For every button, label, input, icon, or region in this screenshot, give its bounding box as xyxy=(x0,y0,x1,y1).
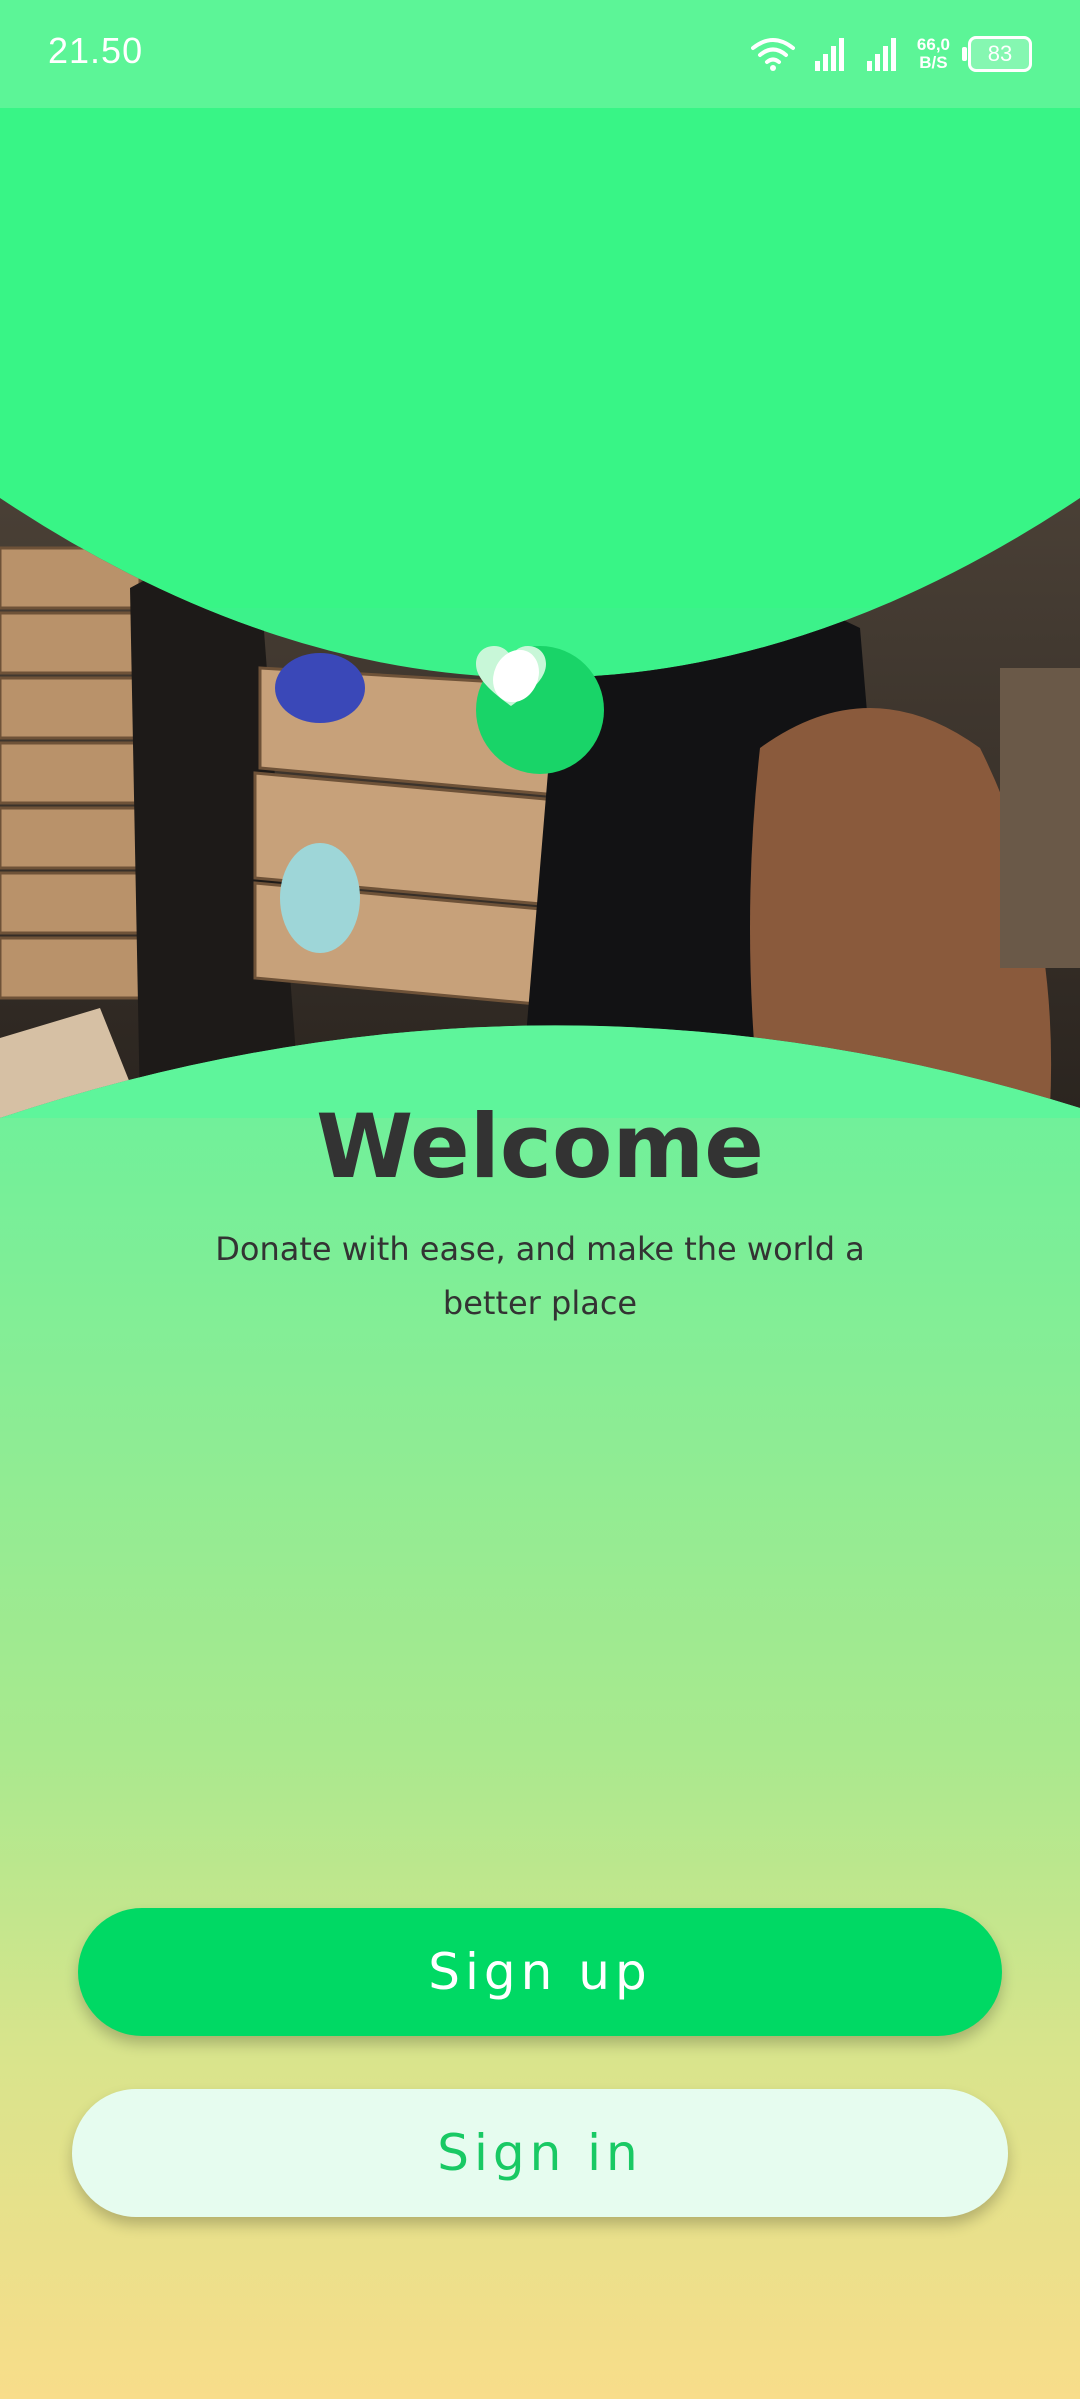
status-time: 21.50 xyxy=(48,30,144,71)
network-speed-unit: B/S xyxy=(919,53,948,72)
status-bar: 21.50 66,0 B/S 83 xyxy=(0,0,1080,108)
welcome-title: Welcome xyxy=(316,1095,764,1198)
signal-icon xyxy=(866,38,896,71)
hero-photo xyxy=(0,108,1080,1118)
network-speed: 66,0 B/S xyxy=(917,36,950,72)
status-icons: 66,0 B/S 83 xyxy=(750,30,1032,78)
battery-level: 83 xyxy=(987,41,1013,66)
app-logo xyxy=(476,646,604,774)
network-speed-value: 66,0 xyxy=(916,35,950,54)
sign-in-button[interactable]: Sign in xyxy=(72,2089,1008,2217)
sign-up-button[interactable]: Sign up xyxy=(78,1908,1002,2036)
battery-indicator: 83 xyxy=(962,36,1032,72)
welcome-subtitle: Donate with ease, and make the world a b… xyxy=(215,1230,865,1322)
signal-icon xyxy=(814,38,844,71)
heart-icon xyxy=(476,646,546,706)
hero-section xyxy=(0,108,1080,1118)
wifi-icon xyxy=(750,38,795,71)
